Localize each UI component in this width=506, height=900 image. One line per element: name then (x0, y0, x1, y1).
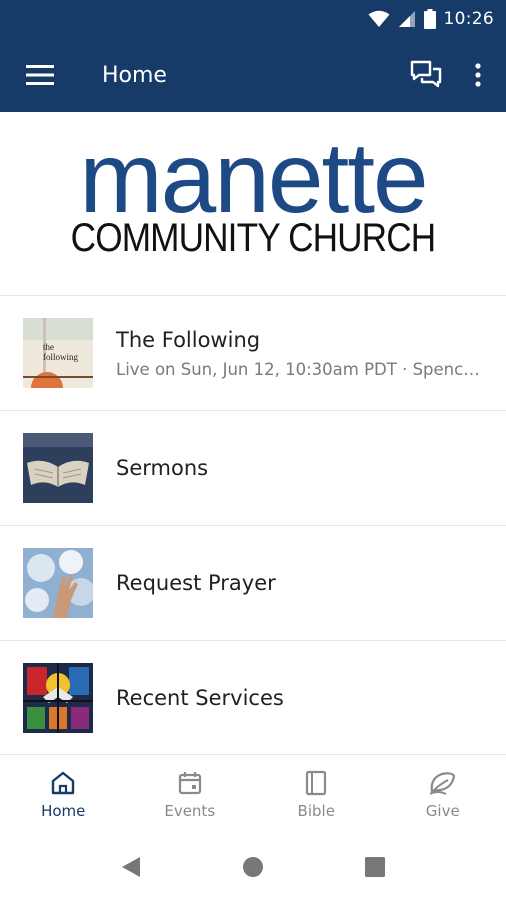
system-back-button[interactable] (111, 847, 151, 887)
svg-text:the: the (43, 342, 54, 352)
page-title: Home (102, 62, 167, 88)
home-icon (52, 771, 75, 794)
request-prayer-thumbnail (23, 548, 93, 618)
status-bar: 10:26 (0, 0, 506, 38)
book-icon (306, 770, 327, 795)
wifi-icon (368, 10, 389, 27)
more-vert-icon (475, 63, 481, 87)
list-item-sermons[interactable]: Sermons (0, 411, 506, 526)
svg-text:following: following (43, 352, 78, 362)
list-item-title: Request Prayer (116, 571, 276, 595)
chat-icon (410, 60, 442, 88)
logo-wordmark: manette (79, 122, 428, 234)
nav-bible[interactable]: Bible (253, 755, 380, 834)
list-item-the-following[interactable]: the following The Following Live on Sun,… (0, 296, 506, 411)
list-item-title: Recent Services (116, 686, 284, 710)
list-item-recent-services[interactable]: Recent Services (0, 641, 506, 756)
nav-home[interactable]: Home (0, 755, 127, 834)
nav-events[interactable]: Events (127, 755, 254, 834)
recents-icon (365, 857, 385, 877)
battery-icon (423, 9, 436, 29)
system-home-button[interactable] (233, 847, 273, 887)
nav-label: Home (41, 801, 86, 820)
nav-label: Bible (297, 801, 335, 820)
home-list: the following The Following Live on Sun,… (0, 296, 506, 756)
system-recents-button[interactable] (355, 847, 395, 887)
logo-subtitle: COMMUNITY CHURCH (70, 216, 437, 260)
nav-label: Give (425, 801, 460, 820)
signal-icon (398, 11, 415, 27)
list-item-subtitle: Live on Sun, Jun 12, 10:30am PDT · Spenc… (116, 359, 486, 379)
more-options-button[interactable] (458, 38, 498, 112)
bottom-navigation: Home Events Bible Give (0, 754, 506, 834)
calendar-icon (178, 771, 201, 794)
sermons-thumbnail (23, 433, 93, 503)
home-circle-icon (243, 857, 263, 877)
back-icon (122, 857, 140, 877)
menu-icon (26, 65, 54, 85)
list-item-title: Sermons (116, 456, 209, 480)
church-logo-banner: manette COMMUNITY CHURCH (0, 112, 506, 296)
menu-button[interactable] (0, 38, 80, 112)
app-bar: Home (0, 38, 506, 112)
system-navigation-bar (0, 834, 506, 900)
list-item-title: The Following (116, 327, 261, 352)
list-item-request-prayer[interactable]: Request Prayer (0, 526, 506, 641)
chat-button[interactable] (400, 38, 452, 112)
nav-label: Events (164, 801, 216, 820)
the-following-thumbnail: the following (23, 318, 93, 388)
recent-services-thumbnail (23, 663, 93, 733)
status-time: 10:26 (443, 9, 494, 29)
nav-give[interactable]: Give (380, 755, 506, 834)
leaf-icon (429, 771, 455, 795)
